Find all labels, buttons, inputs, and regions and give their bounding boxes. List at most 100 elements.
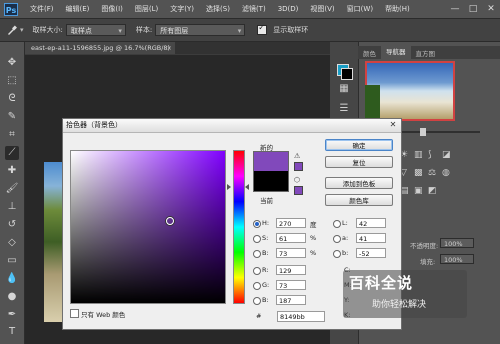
move-tool-icon[interactable]: ✥: [5, 56, 19, 70]
close-window-button[interactable]: ✕: [482, 2, 500, 16]
levels-icon[interactable]: ▥: [414, 150, 423, 160]
menu-filter[interactable]: 滤镜(T): [236, 4, 272, 14]
b-channel-input[interactable]: -52: [356, 248, 386, 258]
document-tab[interactable]: east-ep-a11-1596855.jpg @ 16.7%(RGB/8) ×: [25, 42, 175, 54]
curves-icon[interactable]: ⟆: [428, 150, 432, 160]
watermark-subtitle: 助你轻松解决: [372, 300, 427, 310]
blur-tool-icon[interactable]: 💧: [5, 272, 19, 286]
history-brush-tool-icon[interactable]: ↺: [5, 218, 19, 232]
clone-stamp-tool-icon[interactable]: ⊥: [5, 200, 19, 214]
zoom-slider[interactable]: [400, 131, 480, 133]
hue-sat-icon[interactable]: ▩: [414, 168, 423, 178]
marquee-tool-icon[interactable]: ⬚: [5, 74, 19, 88]
reset-button[interactable]: 复位: [325, 156, 393, 168]
menu-image[interactable]: 图像(I): [95, 4, 129, 14]
web-safe-color-chip[interactable]: [294, 186, 303, 195]
hue-input[interactable]: 270: [276, 218, 306, 228]
saturation-input[interactable]: 61: [276, 233, 306, 243]
menu-3d[interactable]: 3D(D): [272, 5, 305, 13]
current-color-swatch[interactable]: [253, 171, 289, 192]
hue-label: H:: [262, 219, 270, 227]
menu-select[interactable]: 选择(S): [200, 4, 236, 14]
opacity-field[interactable]: 100%: [440, 238, 474, 248]
dialog-close-icon[interactable]: ✕: [388, 120, 398, 130]
eyedropper-icon[interactable]: [6, 24, 18, 36]
brush-tool-icon[interactable]: 🖌: [5, 182, 19, 196]
close-document-icon[interactable]: ×: [167, 42, 172, 54]
tool-preset-chevron-icon[interactable]: ▾: [20, 26, 24, 34]
green-radio[interactable]: [253, 282, 261, 290]
menu-file[interactable]: 文件(F): [24, 4, 60, 14]
brightness-radio[interactable]: [253, 250, 261, 258]
brightness-input[interactable]: 73: [276, 248, 306, 258]
lightness-radio[interactable]: [333, 220, 341, 228]
menu-window[interactable]: 窗口(W): [341, 4, 379, 14]
tab-histogram[interactable]: 直方图: [411, 48, 441, 58]
show-ring-checkbox[interactable]: [257, 23, 268, 35]
a-channel-input[interactable]: 41: [356, 233, 386, 243]
web-safe-warning-icon[interactable]: ⬡: [294, 176, 300, 184]
gamut-color-chip[interactable]: [294, 162, 303, 171]
dialog-title: 拾色器（背景色）: [66, 121, 122, 129]
eyedropper-tool-icon[interactable]: ⟋: [5, 146, 19, 160]
hue-slider-right-arrow[interactable]: [245, 184, 249, 190]
red-input[interactable]: 129: [276, 265, 306, 275]
gradient-tool-icon[interactable]: ▭: [5, 254, 19, 268]
eraser-tool-icon[interactable]: ◇: [5, 236, 19, 250]
green-label: G:: [262, 281, 270, 289]
pen-tool-icon[interactable]: ✒: [5, 308, 19, 322]
new-color-swatch: [253, 151, 289, 172]
blue-radio[interactable]: [253, 297, 261, 305]
posterize-icon[interactable]: ▣: [414, 186, 423, 196]
history-panel-icon[interactable]: ▦: [337, 82, 351, 96]
fill-field[interactable]: 100%: [440, 254, 474, 264]
saturation-unit: %: [310, 234, 317, 242]
ok-button[interactable]: 确定: [325, 139, 393, 151]
b-channel-label: b:: [342, 249, 349, 257]
threshold-icon[interactable]: ◩: [428, 186, 437, 196]
menu-view[interactable]: 视图(V): [304, 4, 340, 14]
type-tool-icon[interactable]: T: [5, 325, 19, 339]
sample-select[interactable]: 所有图层: [155, 24, 246, 37]
properties-panel-icon[interactable]: ☰: [337, 102, 351, 116]
sample-size-select[interactable]: 取样点: [65, 24, 126, 37]
red-radio[interactable]: [253, 267, 261, 275]
saturation-brightness-field[interactable]: [70, 150, 226, 304]
a-channel-radio[interactable]: [333, 235, 341, 243]
exposure-icon[interactable]: ◪: [442, 150, 451, 160]
lasso-tool-icon[interactable]: ᘓ: [5, 92, 19, 106]
color-libraries-button[interactable]: 颜色库: [325, 194, 393, 206]
background-color-swatch[interactable]: [341, 68, 353, 80]
menu-layer[interactable]: 图层(L): [129, 4, 164, 14]
quick-select-tool-icon[interactable]: ✎: [5, 110, 19, 124]
color-marker[interactable]: [166, 217, 174, 225]
out-of-gamut-warning-icon[interactable]: ⚠: [294, 152, 300, 160]
healing-brush-tool-icon[interactable]: ✚: [5, 164, 19, 178]
hue-slider[interactable]: [233, 150, 245, 304]
menu-type[interactable]: 文字(Y): [164, 4, 200, 14]
hue-slider-left-arrow[interactable]: [227, 184, 231, 190]
blue-input[interactable]: 187: [276, 295, 306, 305]
fill-label: 填充:: [420, 258, 436, 266]
lightness-input[interactable]: 42: [356, 218, 386, 228]
green-input[interactable]: 73: [276, 280, 306, 290]
saturation-radio[interactable]: [253, 235, 261, 243]
show-ring-toggle[interactable]: 显示取样环: [257, 23, 311, 35]
crop-tool-icon[interactable]: ⌗: [5, 128, 19, 142]
hue-radio[interactable]: [253, 220, 261, 228]
minimize-button[interactable]: —: [446, 2, 464, 16]
hex-input[interactable]: 8149bb: [277, 311, 325, 322]
menu-edit[interactable]: 编辑(E): [60, 4, 96, 14]
photo-filter-icon[interactable]: ◍: [442, 168, 450, 178]
tab-color[interactable]: 颜色: [358, 48, 381, 58]
dialog-titlebar[interactable]: 拾色器（背景色） ✕: [63, 119, 401, 133]
menu-help[interactable]: 帮助(H): [379, 4, 416, 14]
add-to-swatches-button[interactable]: 添加到色板: [325, 177, 393, 189]
tab-navigator[interactable]: 导航器: [381, 46, 411, 59]
dodge-tool-icon[interactable]: ●: [5, 290, 19, 304]
maximize-button[interactable]: □: [464, 2, 482, 16]
zoom-slider-handle[interactable]: [420, 128, 426, 136]
color-balance-icon[interactable]: ⚖: [428, 168, 436, 178]
only-web-colors-checkbox[interactable]: [70, 309, 79, 318]
b-channel-radio[interactable]: [333, 250, 341, 258]
